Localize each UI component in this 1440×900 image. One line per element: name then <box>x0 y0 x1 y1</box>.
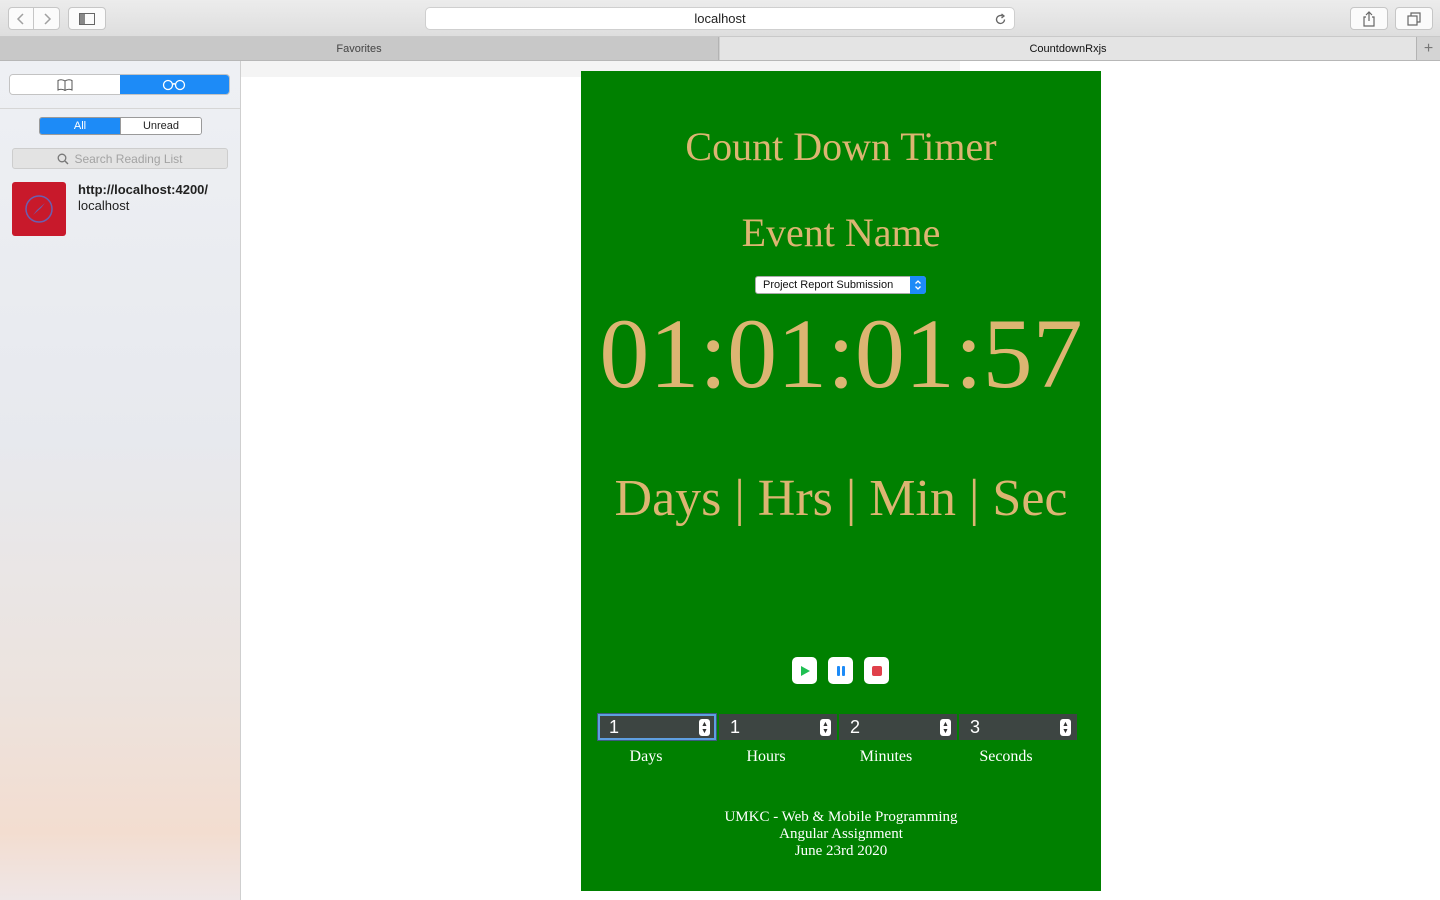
book-icon <box>57 78 73 91</box>
sidebar-icon <box>79 12 95 25</box>
new-tab-button[interactable]: + <box>1416 37 1440 60</box>
tab-bar: Favorites CountdownRxjs + <box>0 37 1440 61</box>
site-thumbnail <box>12 182 66 236</box>
chevron-left-icon <box>16 12 24 25</box>
countdown-panel: Count Down Timer Event Name Project Repo… <box>581 71 1101 891</box>
start-button[interactable] <box>792 657 817 684</box>
glasses-icon <box>163 79 186 90</box>
compass-icon <box>25 195 53 223</box>
stop-icon <box>871 665 882 676</box>
countdown-display: 01:01:01:57 <box>599 298 1083 409</box>
seconds-input[interactable]: 3 ▲ ▼ <box>959 714 1077 740</box>
navigation-buttons <box>8 7 60 30</box>
minutes-stepper[interactable]: ▲ ▼ <box>940 719 951 736</box>
forward-button[interactable] <box>34 7 60 30</box>
search-placeholder: Search Reading List <box>74 151 183 166</box>
sidebar-divider <box>0 108 240 109</box>
select-arrows-icon <box>910 276 926 294</box>
hours-label: Hours <box>746 748 786 765</box>
minutes-input[interactable]: 2 ▲ ▼ <box>839 714 957 740</box>
pause-icon <box>836 665 845 676</box>
filter-all[interactable]: All <box>40 118 121 134</box>
hours-stepper[interactable]: ▲ ▼ <box>820 719 831 736</box>
play-icon <box>800 665 810 676</box>
reload-icon[interactable] <box>992 11 1008 27</box>
tab-favorites[interactable]: Favorites <box>0 37 719 60</box>
bookmarks-tab[interactable] <box>10 75 120 94</box>
timer-controls <box>792 657 889 684</box>
address-text: localhost <box>694 11 746 26</box>
reading-item-url: http://localhost:4200/ <box>78 182 209 197</box>
show-tabs-button[interactable] <box>1395 7 1433 30</box>
page-content: Count Down Timer Event Name Project Repo… <box>241 61 1440 900</box>
reading-list-tab[interactable] <box>119 75 229 94</box>
filter-unread[interactable]: Unread <box>121 118 201 134</box>
reading-list-search[interactable]: Search Reading List <box>12 148 228 169</box>
search-icon <box>58 153 69 164</box>
reading-list-sidebar: All Unread Search Reading List http://lo… <box>0 61 241 900</box>
event-name-label: Event Name <box>741 210 941 255</box>
hours-input[interactable]: 1 ▲ ▼ <box>719 714 837 740</box>
share-button[interactable] <box>1350 7 1388 30</box>
event-select[interactable]: Project Report Submission <box>755 276 926 294</box>
footer-line-course: UMKC - Web & Mobile Programming <box>724 809 958 825</box>
seconds-value: 3 <box>970 716 981 737</box>
sidebar-mode-switch <box>9 74 230 95</box>
seconds-label: Seconds <box>979 748 1033 765</box>
reading-item-host: localhost <box>78 198 130 213</box>
back-button[interactable] <box>8 7 34 30</box>
event-select-value: Project Report Submission <box>763 279 894 291</box>
browser-toolbar: localhost <box>0 0 1440 37</box>
days-label: Days <box>629 748 663 765</box>
days-value: 1 <box>609 716 620 737</box>
seconds-stepper[interactable]: ▲ ▼ <box>1060 719 1071 736</box>
reading-list-item[interactable]: http://localhost:4200/ localhost <box>12 182 232 238</box>
reading-filter: All Unread <box>39 117 202 135</box>
footer-credits: UMKC - Web & Mobile Programming Angular … <box>581 809 1101 860</box>
tabs-overview-icon <box>1407 11 1421 26</box>
sidebar-toggle-button[interactable] <box>68 7 106 30</box>
minutes-label: Minutes <box>859 748 913 765</box>
share-icon <box>1363 10 1375 27</box>
footer-line-assignment: Angular Assignment <box>779 826 903 842</box>
minutes-value: 2 <box>850 716 861 737</box>
address-bar[interactable]: localhost <box>425 7 1015 30</box>
days-input[interactable]: 1 ▲ ▼ <box>598 714 716 740</box>
app-title: Count Down Timer <box>685 124 997 169</box>
pause-button[interactable] <box>828 657 853 684</box>
time-units-label: Days | Hrs | Min | Sec <box>614 470 1068 527</box>
footer-line-date: June 23rd 2020 <box>794 843 888 859</box>
tab-countdownrxjs[interactable]: CountdownRxjs <box>720 37 1416 60</box>
days-stepper[interactable]: ▲ ▼ <box>699 719 710 736</box>
chevron-right-icon <box>43 12 51 25</box>
hours-value: 1 <box>730 716 741 737</box>
stop-button[interactable] <box>864 657 889 684</box>
